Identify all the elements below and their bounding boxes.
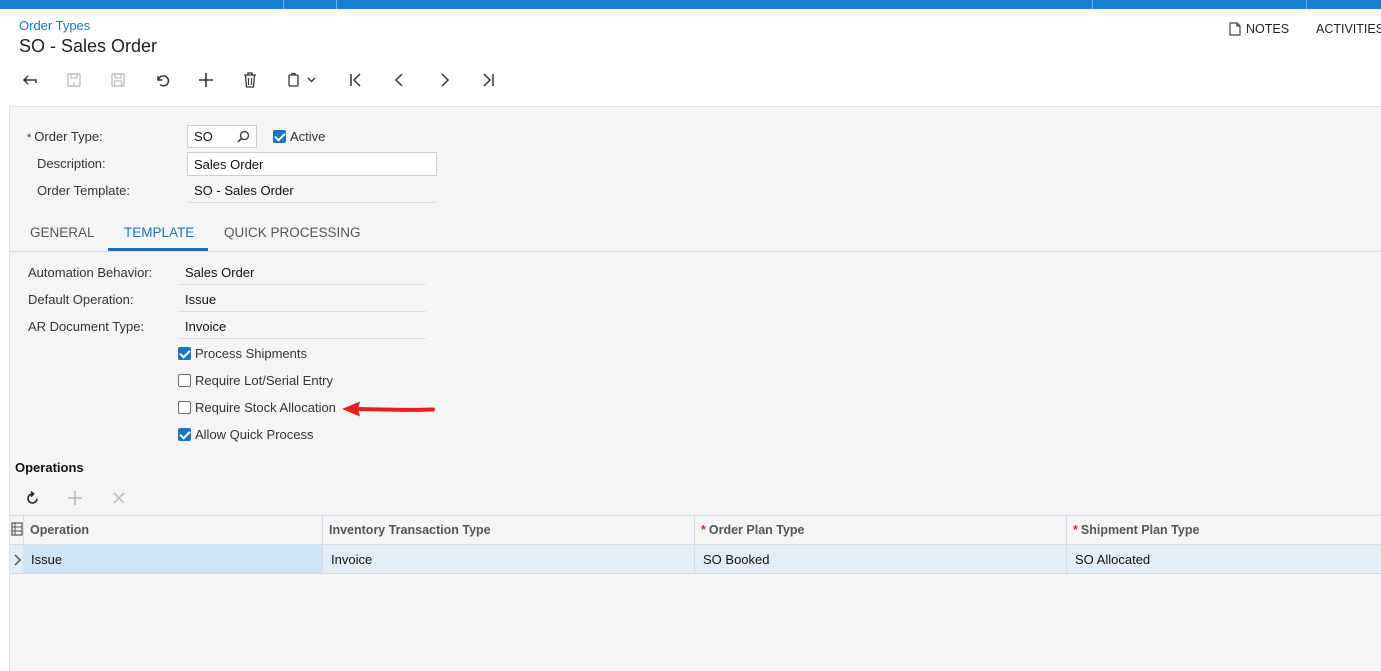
note-icon <box>1229 22 1241 36</box>
cell-operation[interactable]: Issue <box>23 545 322 573</box>
cell-shipment-plan-type[interactable]: SO Allocated <box>1066 545 1381 573</box>
top-bar-divider <box>336 0 337 9</box>
active-tab-indicator <box>108 248 208 251</box>
order-type-label: * Order Type: <box>27 129 103 144</box>
cell-inventory-transaction-type[interactable]: Invoice <box>322 545 694 573</box>
copy-paste-icon <box>288 72 316 87</box>
save-icon <box>111 73 125 87</box>
close-icon <box>113 492 125 504</box>
back-icon <box>22 75 37 85</box>
description-field[interactable]: Sales Order <box>187 152 437 176</box>
notes-button[interactable]: NOTES <box>1229 22 1289 36</box>
description-label: Description: <box>37 156 106 171</box>
add-icon <box>68 491 82 505</box>
top-bar <box>0 0 1381 9</box>
notes-label: NOTES <box>1246 22 1290 36</box>
operations-title: Operations <box>15 460 84 475</box>
col-header-operation[interactable]: Operation <box>23 516 322 544</box>
refresh-icon <box>26 490 38 504</box>
active-label: Active <box>290 129 326 144</box>
grid-settings-icon[interactable] <box>11 522 23 536</box>
undo-icon <box>157 75 170 87</box>
order-template-value: SO - Sales Order <box>194 183 294 198</box>
activities-label: ACTIVITIES <box>1316 22 1381 36</box>
col-header-shipment-plan-type[interactable]: * Shipment Plan Type <box>1066 516 1381 544</box>
first-icon <box>350 73 361 87</box>
annotation-arrow <box>342 401 435 417</box>
grid-header: Operation Inventory Transaction Type * Or… <box>10 515 1381 545</box>
description-value: Sales Order <box>194 156 264 172</box>
col-header-order-plan-type[interactable]: * Order Plan Type <box>694 516 1066 544</box>
default-operation-label: Default Operation: <box>28 292 134 307</box>
activities-button[interactable]: ACTIVITIES <box>1316 22 1381 36</box>
ar-document-type-label: AR Document Type: <box>28 319 145 334</box>
save-close-button[interactable] <box>58 66 90 94</box>
delete-button[interactable] <box>234 66 266 94</box>
field-underline <box>178 338 426 339</box>
order-type-value: SO <box>194 129 213 144</box>
active-checkbox[interactable] <box>273 130 286 143</box>
top-bar-divider <box>283 0 284 9</box>
save-button[interactable] <box>102 66 134 94</box>
delete-icon <box>244 72 256 88</box>
tab-template[interactable]: TEMPLATE <box>124 225 194 240</box>
previous-icon <box>394 73 403 87</box>
delete-row-button[interactable] <box>109 488 129 508</box>
first-record-button[interactable] <box>340 66 372 94</box>
tab-general[interactable]: GENERAL <box>30 225 95 240</box>
tab-quick-processing[interactable]: QUICK PROCESSING <box>224 225 361 240</box>
last-icon <box>483 73 494 87</box>
field-underline <box>178 284 426 285</box>
add-icon <box>199 73 213 87</box>
require-lot-serial-label: Require Lot/Serial Entry <box>195 373 334 388</box>
col-header-inventory-transaction-type[interactable]: Inventory Transaction Type <box>322 516 694 544</box>
breadcrumb[interactable]: Order Types <box>19 18 90 33</box>
tab-bar-divider <box>10 251 1381 252</box>
top-bar-divider <box>1092 0 1093 9</box>
page-title: SO - Sales Order <box>19 36 158 56</box>
next-record-button[interactable] <box>428 66 460 94</box>
add-button[interactable] <box>190 66 222 94</box>
ar-document-type-value: Invoice <box>185 319 227 334</box>
copy-paste-button[interactable] <box>278 66 326 94</box>
order-type-field[interactable]: SO <box>187 125 257 148</box>
order-template-label: Order Template: <box>37 183 130 198</box>
automation-behavior-value: Sales Order <box>185 265 255 280</box>
undo-button[interactable] <box>146 66 178 94</box>
previous-record-button[interactable] <box>384 66 416 94</box>
require-stock-allocation-label: Require Stock Allocation <box>195 400 336 415</box>
allow-quick-process-label: Allow Quick Process <box>195 427 314 442</box>
last-record-button[interactable] <box>472 66 504 94</box>
process-shipments-checkbox[interactable] <box>178 347 191 360</box>
save-close-icon <box>67 73 81 87</box>
refresh-button[interactable] <box>22 488 42 508</box>
require-lot-serial-checkbox[interactable] <box>178 374 191 387</box>
process-shipments-label: Process Shipments <box>195 346 307 361</box>
back-button[interactable] <box>14 66 46 94</box>
automation-behavior-label: Automation Behavior: <box>28 265 153 280</box>
field-underline <box>187 202 436 203</box>
add-row-button[interactable] <box>65 488 85 508</box>
search-icon[interactable] <box>237 130 250 143</box>
allow-quick-process-checkbox[interactable] <box>178 428 191 441</box>
top-bar-divider <box>1306 0 1307 9</box>
table-row[interactable]: Issue Invoice SO Booked SO Allocated <box>10 545 1381 574</box>
require-stock-allocation-checkbox[interactable] <box>178 401 191 414</box>
cell-order-plan-type[interactable]: SO Booked <box>694 545 1066 573</box>
row-expand-icon[interactable] <box>12 553 22 566</box>
next-icon <box>441 73 450 87</box>
default-operation-value: Issue <box>185 292 217 307</box>
field-underline <box>178 311 426 312</box>
